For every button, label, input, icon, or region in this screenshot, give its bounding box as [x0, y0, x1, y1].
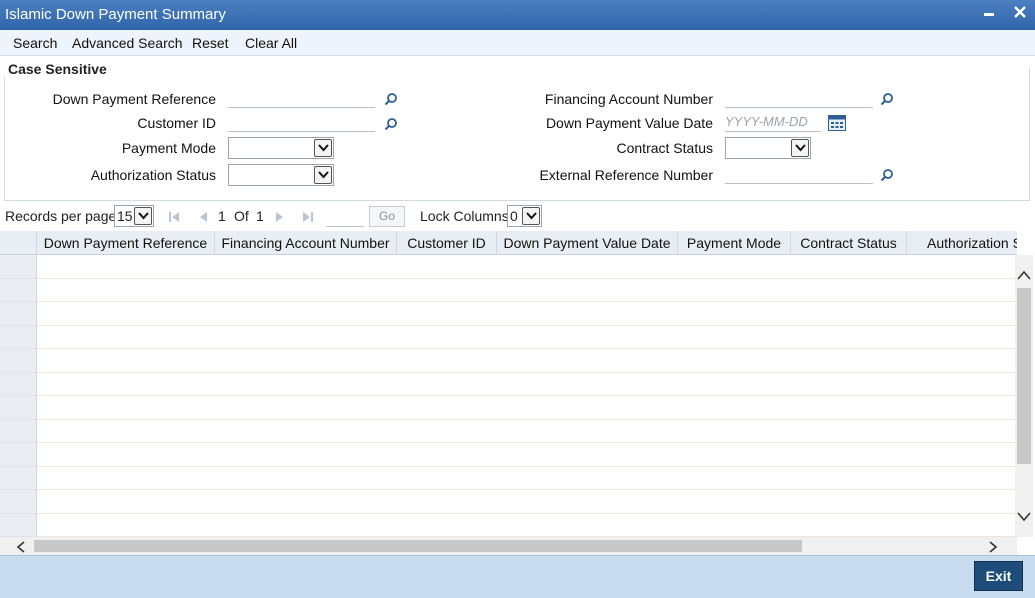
lock-columns-select[interactable]: 0 [507, 205, 542, 227]
down-payment-reference-label: Down Payment Reference [52, 91, 216, 107]
column-header-authorization-status[interactable]: Authorization S [907, 231, 1017, 255]
table-header: Down Payment Reference Financing Account… [0, 231, 1017, 255]
financing-account-number-label: Financing Account Number [544, 91, 713, 107]
lock-columns-label: Lock Columns [420, 208, 509, 224]
case-sensitive-legend: Case Sensitive [4, 61, 111, 77]
table-row [37, 467, 1017, 490]
column-header-payment-mode[interactable]: Payment Mode [678, 231, 791, 255]
records-per-page-label: Records per page [5, 208, 117, 224]
scroll-right-icon[interactable] [988, 540, 998, 556]
first-page-icon[interactable] [168, 210, 180, 222]
toolbar: Search Advanced Search Reset Clear All [0, 30, 1035, 56]
row-select-cell[interactable] [0, 325, 37, 349]
vertical-scrollbar[interactable] [1015, 255, 1033, 537]
previous-page-icon[interactable] [197, 210, 209, 222]
goto-page-input[interactable] [326, 207, 364, 227]
records-per-page-select[interactable]: 15 [114, 205, 154, 227]
scroll-up-icon[interactable] [1017, 267, 1031, 283]
row-select-cell[interactable] [0, 255, 37, 279]
vertical-scroll-thumb[interactable] [1017, 288, 1031, 464]
scroll-down-icon[interactable] [1017, 509, 1031, 525]
external-reference-number-input[interactable] [725, 164, 873, 184]
current-page: 1 [218, 208, 226, 224]
pagination-bar: Records per page 15 1 Of 1 Go Lock Colum… [0, 203, 1035, 230]
customer-id-label: Customer ID [137, 115, 216, 131]
chevron-down-icon [791, 139, 809, 157]
contract-status-select[interactable] [725, 137, 811, 159]
row-select-cell[interactable] [0, 278, 37, 302]
table-row [37, 302, 1017, 326]
calendar-icon[interactable] [828, 115, 846, 131]
lock-columns-value: 0 [510, 208, 518, 224]
select-all-column-header[interactable] [0, 231, 37, 255]
minimize-icon[interactable] [979, 4, 999, 24]
results-table: Down Payment Reference Financing Account… [0, 231, 1017, 537]
column-header-customer-id[interactable]: Customer ID [397, 231, 497, 255]
down-payment-reference-input[interactable] [228, 88, 375, 108]
table-row [37, 443, 1017, 467]
row-select-cell[interactable] [0, 490, 37, 514]
customer-id-lookup-icon[interactable] [384, 117, 398, 131]
scroll-left-icon[interactable] [16, 540, 26, 556]
table-row [37, 255, 1017, 279]
contract-status-label: Contract Status [616, 140, 714, 156]
of-label: Of [234, 208, 249, 224]
exit-button[interactable]: Exit [974, 561, 1023, 591]
records-per-page-value: 15 [117, 208, 133, 224]
footer-bar: Exit [0, 555, 1035, 598]
last-page-icon[interactable] [302, 210, 314, 222]
total-pages: 1 [256, 208, 264, 224]
advanced-search-button[interactable]: Advanced Search [72, 35, 183, 51]
financing-account-lookup-icon[interactable] [880, 92, 894, 106]
financing-account-number-input[interactable] [725, 88, 873, 108]
down-payment-reference-lookup-icon[interactable] [384, 92, 398, 106]
external-reference-number-label: External Reference Number [539, 167, 713, 183]
next-page-icon[interactable] [274, 210, 286, 222]
table-row [37, 420, 1017, 443]
down-payment-value-date-input[interactable] [725, 112, 821, 132]
down-payment-value-date-label: Down Payment Value Date [545, 115, 713, 131]
external-reference-lookup-icon[interactable] [880, 168, 894, 182]
chevron-down-icon [314, 139, 332, 157]
row-select-cell[interactable] [0, 419, 37, 443]
table-row [37, 373, 1017, 396]
payment-mode-label: Payment Mode [121, 140, 216, 156]
title-bar: Islamic Down Payment Summary [0, 0, 1035, 30]
authorization-status-label: Authorization Status [90, 167, 216, 183]
row-select-cell[interactable] [0, 466, 37, 490]
horizontal-scroll-thumb[interactable] [34, 540, 802, 552]
authorization-status-select[interactable] [228, 164, 334, 186]
table-row [37, 279, 1017, 302]
table-row [37, 326, 1017, 349]
customer-id-input[interactable] [228, 112, 375, 132]
chevron-down-icon [134, 207, 152, 225]
row-select-cell[interactable] [0, 443, 37, 467]
window-title: Islamic Down Payment Summary [5, 6, 226, 23]
column-header-contract-status[interactable]: Contract Status [791, 231, 907, 255]
close-icon[interactable] [1010, 4, 1030, 24]
column-header-down-payment-reference[interactable]: Down Payment Reference [37, 231, 215, 255]
payment-mode-select[interactable] [228, 137, 334, 159]
chevron-down-icon [522, 207, 540, 225]
row-select-cell[interactable] [0, 396, 37, 420]
table-row [37, 349, 1017, 373]
table-row [37, 514, 1017, 537]
row-select-cell[interactable] [0, 372, 37, 396]
column-header-down-payment-value-date[interactable]: Down Payment Value Date [497, 231, 678, 255]
chevron-down-icon [314, 166, 332, 184]
column-header-financing-account-number[interactable]: Financing Account Number [215, 231, 397, 255]
go-button[interactable]: Go [369, 206, 405, 227]
clear-all-button[interactable]: Clear All [245, 35, 297, 51]
reset-button[interactable]: Reset [192, 35, 229, 51]
table-row [37, 396, 1017, 420]
horizontal-scrollbar[interactable] [0, 537, 1017, 555]
row-select-cell[interactable] [0, 349, 37, 373]
table-row [37, 490, 1017, 514]
row-select-cell[interactable] [0, 302, 37, 326]
search-button[interactable]: Search [13, 35, 57, 51]
row-select-cell[interactable] [0, 513, 37, 537]
